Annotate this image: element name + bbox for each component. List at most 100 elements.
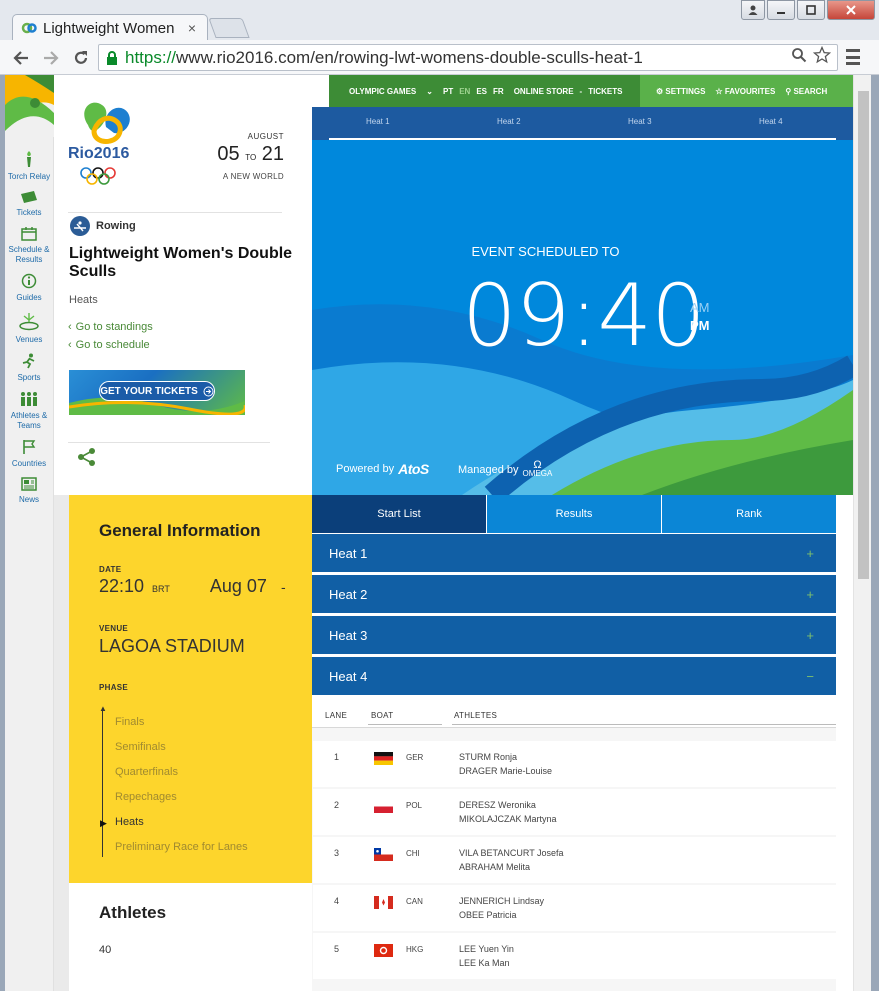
athlete-name[interactable]: OBEE Patricia xyxy=(459,910,517,920)
phase-item[interactable]: Finals xyxy=(115,716,144,728)
phase-item[interactable]: Heats xyxy=(115,816,144,828)
lang-pt[interactable]: PT xyxy=(443,87,453,96)
lang-es[interactable]: ES xyxy=(476,87,487,96)
table-row[interactable]: 1 GER STURM Ronja DRAGER Marie-Louise xyxy=(313,741,836,787)
athlete-name[interactable]: DERESZ Weronika xyxy=(459,800,536,810)
flag-hkg-icon xyxy=(374,944,393,957)
sidebar-item-tickets[interactable]: Tickets xyxy=(5,190,53,218)
reload-icon[interactable] xyxy=(70,47,92,69)
online-store-link[interactable]: ONLINE STORE xyxy=(514,87,574,96)
general-information-panel: General Information DATE 22:10 BRT Aug 0… xyxy=(69,495,312,883)
get-your-tickets-button[interactable]: GET YOUR TICKETS xyxy=(99,381,215,401)
heat-accordion-1[interactable]: Heat 1 + xyxy=(312,534,836,572)
go-to-schedule-link[interactable]: ‹ Go to schedule xyxy=(68,339,150,351)
back-arrow-icon[interactable] xyxy=(10,47,32,69)
heat-label: Heat 1 xyxy=(329,545,368,561)
minimize-window-icon[interactable] xyxy=(767,0,795,20)
athlete-name[interactable]: STURM Ronja xyxy=(459,752,517,762)
rowing-icon xyxy=(70,216,90,236)
sidebar-item-guides[interactable]: Guides xyxy=(5,273,53,303)
sidebar-item-venues[interactable]: Venues xyxy=(5,311,53,345)
bookmark-star-icon[interactable] xyxy=(812,45,832,69)
sport-label[interactable]: Rowing xyxy=(70,216,136,236)
expand-icon[interactable]: + xyxy=(806,587,814,602)
browser-menu-icon[interactable] xyxy=(846,49,860,65)
heat-label: Heat 2 xyxy=(329,586,368,602)
settings-link[interactable]: ⚙ SETTINGS xyxy=(656,87,705,96)
rio-corner-logo[interactable] xyxy=(5,75,54,137)
venue-icon xyxy=(18,311,40,335)
table-row[interactable]: 3 CHI VILA BETANCURT Josefa ABRAHAM Melita xyxy=(313,837,836,883)
heat-accordion-2[interactable]: Heat 2 + xyxy=(312,575,836,613)
icon-sidebar: Torch Relay Tickets Schedule & Results Guid… xyxy=(5,75,54,991)
chevron-down-icon[interactable]: ⌄ xyxy=(426,87,433,96)
lane-number: 5 xyxy=(334,944,340,954)
phase-item[interactable]: Preliminary Race for Lanes xyxy=(115,841,248,853)
heat-tab-1[interactable]: Heat 1 xyxy=(366,117,390,126)
browser-tab[interactable]: Lightweight Women × xyxy=(12,14,208,41)
lock-icon xyxy=(107,50,117,65)
athletes-header: ATHLETES xyxy=(454,711,498,720)
start-list-header: LANE BOAT ATHLETES xyxy=(312,696,836,728)
lang-fr[interactable]: FR xyxy=(493,87,504,96)
event-title: Lightweight Women's Double Sculls xyxy=(69,245,293,280)
country-code: GER xyxy=(406,753,424,762)
sidebar-item-schedule-results[interactable]: Schedule & Results xyxy=(5,226,53,265)
athlete-name[interactable]: LEE Ka Man xyxy=(459,958,510,968)
address-bar[interactable]: https://www.rio2016.com/en/rowing-lwt-wo… xyxy=(98,44,838,71)
heat-tab-2[interactable]: Heat 2 xyxy=(497,117,521,126)
sidebar-item-athletes-teams[interactable]: Athletes & Teams xyxy=(5,391,53,431)
athlete-name[interactable]: VILA BETANCURT Josefa xyxy=(459,848,564,858)
athlete-name[interactable]: ABRAHAM Melita xyxy=(459,862,530,872)
table-row[interactable]: 5 HKG LEE Yuen Yin LEE Ka Man xyxy=(313,933,836,979)
tab-close-icon[interactable]: × xyxy=(185,20,199,36)
rio2016-logo[interactable]: Rio2016 xyxy=(68,93,146,189)
heat-accordion-3[interactable]: Heat 3 + xyxy=(312,616,836,654)
go-to-standings-link[interactable]: ‹ Go to standings xyxy=(68,321,153,333)
expand-icon[interactable]: + xyxy=(806,546,814,561)
lane-number: 2 xyxy=(334,800,340,810)
maximize-window-icon[interactable] xyxy=(797,0,825,20)
close-window-icon[interactable] xyxy=(827,0,875,20)
tab-start-list[interactable]: Start List xyxy=(312,495,486,533)
expand-icon[interactable]: + xyxy=(806,628,814,643)
collapse-icon[interactable]: − xyxy=(806,669,814,684)
tickets-banner[interactable]: GET YOUR TICKETS xyxy=(69,370,245,415)
forward-arrow-icon[interactable] xyxy=(40,47,62,69)
sidebar-item-news[interactable]: News xyxy=(5,477,53,505)
athlete-name[interactable]: JENNERICH Lindsay xyxy=(459,896,544,906)
phase-item[interactable]: Semifinals xyxy=(115,741,166,753)
table-row[interactable]: 2 POL DERESZ Weronika MIKOLAJCZAK Martyna xyxy=(313,789,836,835)
athlete-name[interactable]: DRAGER Marie-Louise xyxy=(459,766,552,776)
table-row[interactable]: 4 CAN JENNERICH Lindsay OBEE Patricia xyxy=(313,885,836,931)
heat-tab-3[interactable]: Heat 3 xyxy=(628,117,652,126)
country-code: POL xyxy=(406,801,423,810)
sidebar-item-countries[interactable]: Countries xyxy=(5,439,53,469)
magnifier-icon[interactable] xyxy=(791,47,807,68)
heat-accordion-4[interactable]: Heat 4 − xyxy=(312,657,836,695)
search-link[interactable]: ⚲ SEARCH xyxy=(785,87,827,96)
tickets-link[interactable]: TICKETS xyxy=(588,87,622,96)
torch-icon xyxy=(21,150,37,172)
favourites-link[interactable]: ☆ FAVOURITES xyxy=(715,87,775,96)
phase-item[interactable]: Repechages xyxy=(115,791,177,803)
sidebar-item-sports[interactable]: Sports xyxy=(5,353,53,383)
heat-tab-4[interactable]: Heat 4 xyxy=(759,117,783,126)
tab-results[interactable]: Results xyxy=(486,495,661,533)
new-tab-button[interactable] xyxy=(208,18,250,38)
lang-en[interactable]: EN xyxy=(459,87,470,96)
sidebar-item-torch-relay[interactable]: Torch Relay xyxy=(5,150,53,182)
event-header: Rio2016 AUGUST 05 TO 21 A NEW WORLD Rowi… xyxy=(54,75,312,495)
olympic-games-menu[interactable]: OLYMPIC GAMES xyxy=(349,87,416,96)
rio-favicon-icon xyxy=(21,22,37,34)
athlete-name[interactable]: MIKOLAJCZAK Martyna xyxy=(459,814,557,824)
tab-rank[interactable]: Rank xyxy=(661,495,836,533)
ticket-icon xyxy=(20,190,38,208)
user-profile-icon[interactable] xyxy=(741,0,765,20)
share-icon[interactable] xyxy=(76,447,98,467)
athlete-name[interactable]: LEE Yuen Yin xyxy=(459,944,514,954)
managed-by-omega: Managed by Ω OMEGA xyxy=(458,459,553,478)
page-scrollbar[interactable] xyxy=(853,75,879,991)
phase-item[interactable]: Quarterfinals xyxy=(115,766,178,778)
scrollbar-thumb[interactable] xyxy=(858,91,869,579)
